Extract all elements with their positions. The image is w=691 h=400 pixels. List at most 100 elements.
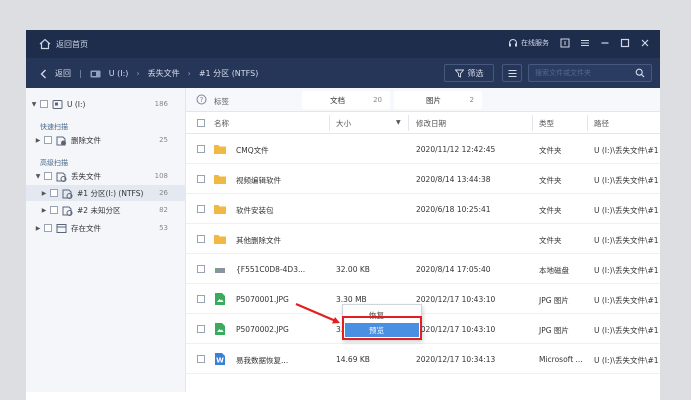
close-icon[interactable] bbox=[639, 37, 651, 49]
headset-icon bbox=[509, 39, 517, 47]
lost-files-icon bbox=[56, 172, 67, 182]
online-service-label: 在线服务 bbox=[521, 39, 549, 47]
file-path: U (I:)\丢失文件\#1 分... bbox=[594, 266, 660, 275]
table-row[interactable]: 软件安装包 2020/6/18 10:25:41 文件夹 U (I:)\丢失文件… bbox=[186, 195, 660, 224]
search-icon[interactable] bbox=[635, 68, 645, 78]
file-path: U (I:)\丢失文件\#1 分... bbox=[594, 206, 660, 215]
file-path: U (I:)\丢失文件\#1 分... bbox=[594, 296, 660, 305]
expand-right-icon[interactable]: ▶ bbox=[40, 190, 48, 197]
folder-icon bbox=[214, 175, 226, 184]
tab-images[interactable]: 图片 2 bbox=[394, 91, 482, 109]
sidebar-item-label: #2 未知分区 bbox=[77, 205, 121, 215]
row-checkbox[interactable] bbox=[197, 205, 205, 213]
column-path[interactable]: 路径 bbox=[594, 118, 609, 129]
deleted-files-icon bbox=[56, 136, 66, 145]
sidebar-item-drive[interactable]: ▼ U (I:) 186 bbox=[26, 96, 186, 112]
file-path: U (I:)\丢失文件\#1 分... bbox=[594, 356, 660, 365]
column-modified[interactable]: 修改日期 bbox=[416, 118, 446, 129]
file-name: P5070002.JPG bbox=[236, 325, 289, 334]
table-row[interactable]: P5070001.JPG 3.30 MB 2020/12/17 10:43:10… bbox=[186, 285, 660, 314]
column-divider[interactable] bbox=[587, 115, 588, 131]
online-service-button[interactable]: 在线服务 bbox=[508, 38, 549, 48]
select-all-checkbox[interactable] bbox=[197, 119, 205, 127]
row-checkbox[interactable] bbox=[197, 325, 205, 333]
sidebar-item-partition-1[interactable]: ▶ #1 分区(I:) (NTFS) 26 bbox=[26, 185, 186, 201]
file-type: 文件夹 bbox=[539, 176, 562, 185]
partition-icon bbox=[62, 189, 73, 199]
expand-right-icon[interactable]: ▶ bbox=[34, 225, 42, 232]
svg-text:W: W bbox=[216, 357, 224, 365]
checkbox[interactable] bbox=[50, 206, 58, 214]
file-path: U (I:)\丢失文件\#1 分... bbox=[594, 176, 660, 185]
minimize-icon[interactable] bbox=[599, 37, 611, 49]
sidebar-item-partition-2[interactable]: ▶ #2 未知分区 82 bbox=[26, 202, 186, 218]
sidebar-item-deleted[interactable]: ▶ 删除文件 25 bbox=[26, 132, 186, 148]
column-divider[interactable] bbox=[329, 115, 330, 131]
row-checkbox[interactable] bbox=[197, 355, 205, 363]
file-name: CMQ文件 bbox=[236, 146, 269, 155]
file-date: 2020/6/18 10:25:41 bbox=[416, 205, 491, 214]
disk-file-icon bbox=[215, 268, 225, 273]
checkbox[interactable] bbox=[44, 224, 52, 232]
expand-right-icon[interactable]: ▶ bbox=[40, 207, 48, 214]
breadcrumb-drive[interactable]: U (I:) bbox=[109, 69, 129, 78]
tab-label: 图片 bbox=[426, 95, 441, 105]
table-row[interactable]: W 易我数据恢复... 14.69 KB 2020/12/17 10:34:13… bbox=[186, 345, 660, 374]
sidebar-item-existing[interactable]: ▶ 存在文件 53 bbox=[26, 220, 186, 236]
file-type: Microsoft ... bbox=[539, 355, 583, 364]
file-type: JPG 图片 bbox=[539, 326, 569, 335]
file-date: 2020/8/14 13:44:38 bbox=[416, 175, 491, 184]
breadcrumb-separator: › bbox=[187, 69, 191, 78]
sidebar-item-lost[interactable]: ▼ 丢失文件 108 bbox=[26, 168, 186, 184]
checkbox[interactable] bbox=[44, 172, 52, 180]
tab-documents[interactable]: 文档 20 bbox=[302, 91, 390, 109]
row-checkbox[interactable] bbox=[197, 175, 205, 183]
existing-files-icon bbox=[56, 223, 67, 233]
table-row[interactable]: 其他删除文件 文件夹 U (I:)\丢失文件\#1 分... bbox=[186, 225, 660, 254]
home-icon[interactable] bbox=[39, 38, 51, 50]
table-row[interactable]: CMQ文件 2020/11/12 12:42:45 文件夹 U (I:)\丢失文… bbox=[186, 135, 660, 164]
annotation-arrow-icon bbox=[295, 302, 340, 324]
row-checkbox[interactable] bbox=[197, 295, 205, 303]
info-icon[interactable] bbox=[559, 37, 571, 49]
column-divider[interactable] bbox=[532, 115, 533, 131]
checkbox[interactable] bbox=[44, 136, 52, 144]
tab-count: 2 bbox=[469, 96, 474, 104]
row-checkbox[interactable] bbox=[197, 265, 205, 273]
row-checkbox[interactable] bbox=[197, 145, 205, 153]
table-row[interactable]: {F551C0D8-4D3... 32.00 KB 2020/8/14 17:0… bbox=[186, 255, 660, 284]
list-view-button[interactable] bbox=[502, 64, 522, 82]
table-row[interactable]: 视频编辑软件 2020/8/14 13:44:38 文件夹 U (I:)\丢失文… bbox=[186, 165, 660, 194]
chevron-left-icon[interactable] bbox=[40, 69, 47, 79]
column-size[interactable]: 大小 bbox=[336, 118, 351, 129]
back-home-link[interactable]: 返回首页 bbox=[56, 39, 88, 50]
expand-right-icon[interactable]: ▶ bbox=[34, 137, 42, 144]
file-type: 文件夹 bbox=[539, 206, 562, 215]
filter-button[interactable]: 筛选 bbox=[444, 64, 494, 82]
breadcrumb-partition[interactable]: #1 分区 (NTFS) bbox=[199, 68, 259, 79]
search-input[interactable] bbox=[535, 67, 631, 79]
sidebar-item-label: 删除文件 bbox=[71, 135, 101, 145]
breadcrumb-lost-files[interactable]: 丢失文件 bbox=[148, 68, 180, 79]
expand-down-icon[interactable]: ▼ bbox=[34, 173, 42, 180]
window-controls bbox=[559, 37, 651, 49]
sidebar-item-label: #1 分区(I:) (NTFS) bbox=[77, 188, 144, 198]
expand-down-icon[interactable]: ▼ bbox=[30, 101, 38, 108]
column-name[interactable]: 名称 bbox=[214, 118, 229, 129]
file-path: U (I:)\丢失文件\#1 分... bbox=[594, 326, 660, 335]
item-count: 26 bbox=[159, 189, 168, 197]
menu-icon[interactable] bbox=[579, 37, 591, 49]
checkbox[interactable] bbox=[40, 100, 48, 108]
column-type[interactable]: 类型 bbox=[539, 118, 554, 129]
back-button[interactable]: 返回 bbox=[55, 68, 71, 79]
row-checkbox[interactable] bbox=[197, 235, 205, 243]
sort-desc-icon[interactable]: ▼ bbox=[396, 119, 401, 126]
svg-text:?: ? bbox=[200, 96, 204, 104]
sidebar-item-label: U (I:) bbox=[67, 99, 86, 109]
table-row[interactable]: P5070002.JPG 3.19 MB 2020/12/17 10:43:10… bbox=[186, 315, 660, 344]
column-divider[interactable] bbox=[408, 115, 409, 131]
checkbox[interactable] bbox=[50, 189, 58, 197]
help-icon[interactable]: ? bbox=[196, 94, 207, 105]
file-name: 其他删除文件 bbox=[236, 236, 281, 245]
maximize-icon[interactable] bbox=[619, 37, 631, 49]
